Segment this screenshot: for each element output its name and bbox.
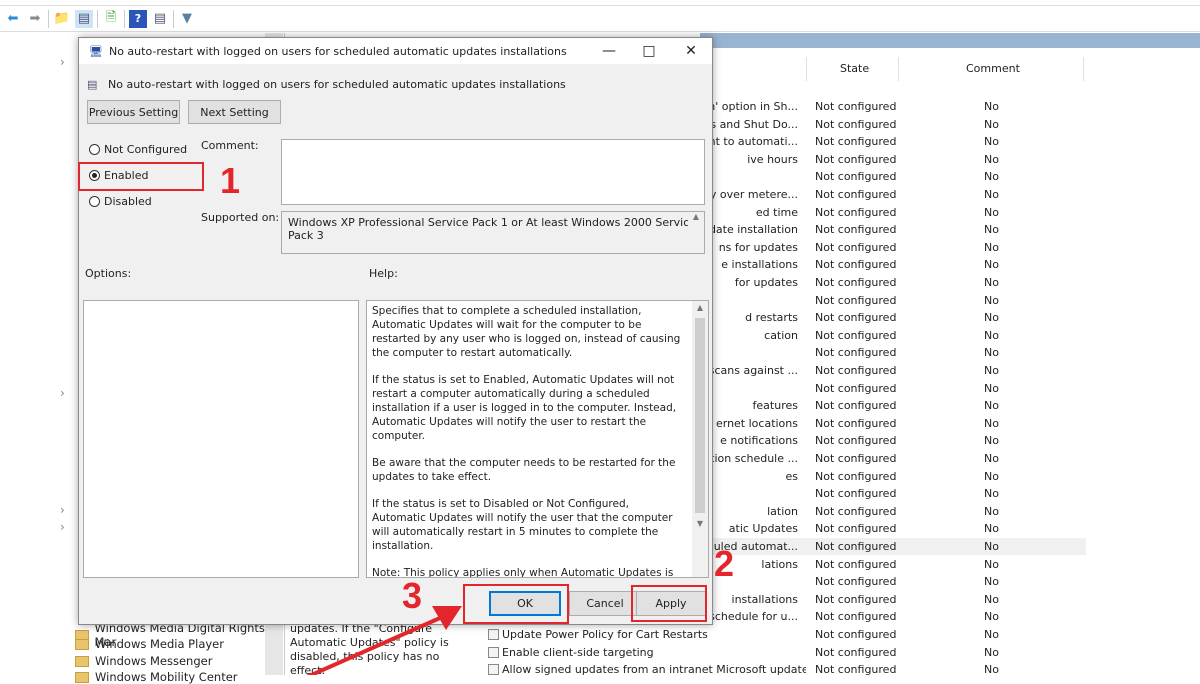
red-arrow <box>306 606 462 675</box>
